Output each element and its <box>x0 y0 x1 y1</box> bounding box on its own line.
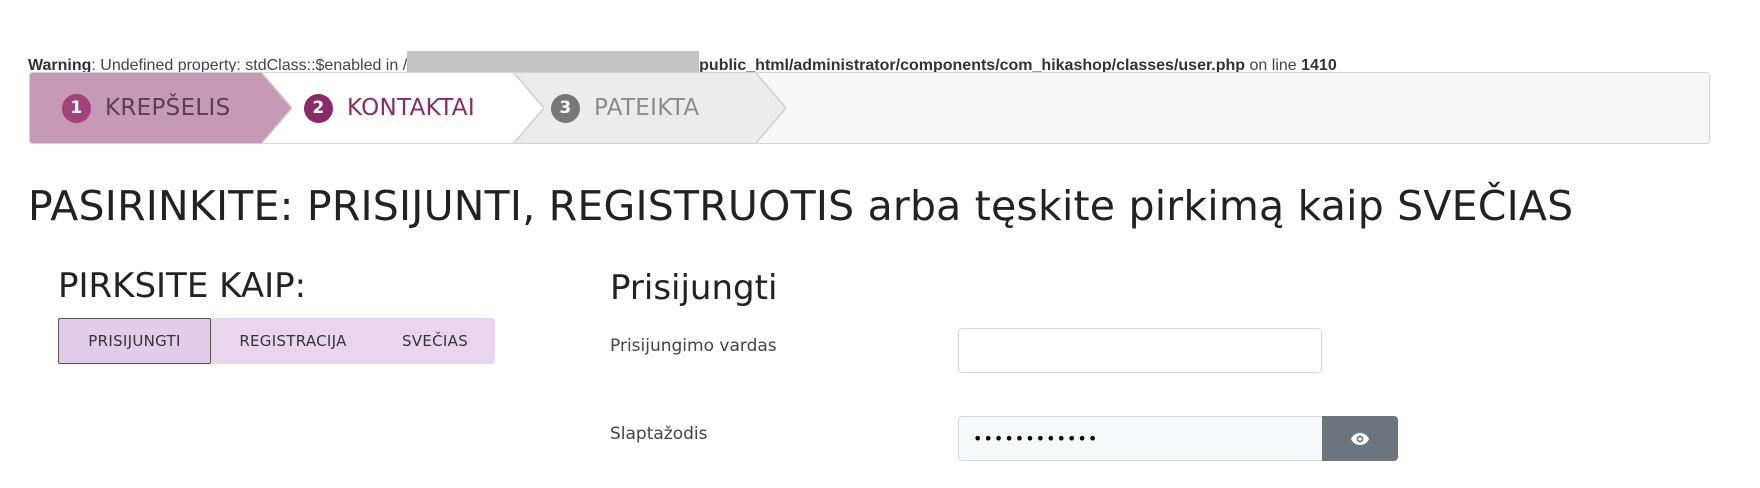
step-separator <box>513 73 544 143</box>
username-label: Prisijungimo vardas <box>610 336 777 356</box>
checkout-wizard: 1 KREPŠELIS 2 KONTAKTAI 3 PATEIKTA <box>29 72 1710 144</box>
login-option-button[interactable]: PRISIJUNGTI <box>58 318 211 364</box>
wizard-step-contacts: 2 KONTAKTAI <box>262 73 544 143</box>
step-number: 2 <box>304 93 333 123</box>
guest-option-button[interactable]: SVEČIAS <box>375 318 495 364</box>
step-separator <box>261 73 292 143</box>
login-title: Prisijungti <box>610 268 778 308</box>
wizard-step-submitted: 3 PATEIKTA <box>514 73 786 143</box>
step-number: 1 <box>62 93 91 123</box>
page-title: PASIRINKITE: PRISIJUNTI, REGISTRUOTIS ar… <box>28 182 1574 230</box>
step-label: PATEIKTA <box>594 95 700 121</box>
show-password-button[interactable] <box>1322 416 1398 461</box>
buy-as-toggle-group: PRISIJUNGTI REGISTRACIJA SVEČIAS <box>58 318 495 364</box>
password-input[interactable] <box>958 416 1323 461</box>
step-number: 3 <box>551 93 580 123</box>
buy-as-section: PIRKSITE KAIP: PRISIJUNGTI REGISTRACIJA … <box>58 266 495 364</box>
eye-icon <box>1351 432 1369 445</box>
password-label: Slaptažodis <box>610 424 708 444</box>
register-option-button[interactable]: REGISTRACIJA <box>211 318 375 364</box>
step-label: KONTAKTAI <box>347 95 475 121</box>
wizard-step-cart[interactable]: 1 KREPŠELIS <box>30 73 292 143</box>
login-section: Prisijungti <box>610 268 777 308</box>
step-label: KREPŠELIS <box>105 95 231 121</box>
buy-as-title: PIRKSITE KAIP: <box>58 266 307 306</box>
username-input[interactable] <box>958 328 1322 373</box>
step-separator <box>755 73 786 143</box>
